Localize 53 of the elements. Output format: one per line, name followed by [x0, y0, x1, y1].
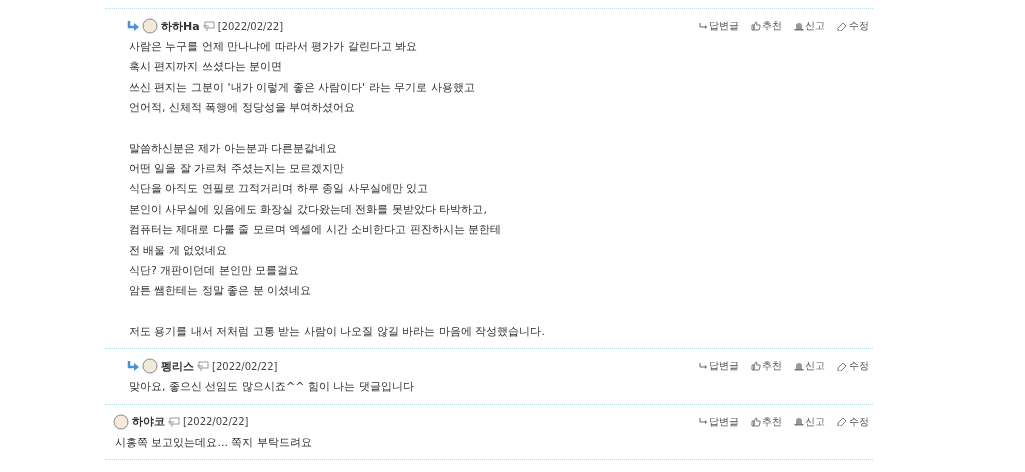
- pencil-icon: [837, 417, 848, 427]
- report-button[interactable]: 신고: [794, 19, 825, 33]
- author-name[interactable]: 하야코: [132, 414, 165, 430]
- siren-icon: [794, 361, 804, 371]
- comment-text: 전 배울 게 없었네요: [129, 242, 228, 259]
- edit-button[interactable]: 수정: [837, 414, 869, 429]
- comment-date: [2022/02/22]: [217, 20, 284, 32]
- reply-arrow-icon: [699, 22, 708, 30]
- comment-text: 쓰신 편지는 그분이 '내가 이렇게 좋은 사람이다' 라는 무기로 사용했고: [129, 79, 475, 96]
- siren-icon: [794, 417, 804, 427]
- pencil-icon: [837, 361, 848, 371]
- reply-arrow-icon: [699, 362, 708, 370]
- siren-icon: [794, 21, 804, 31]
- author-name[interactable]: 펭리스: [161, 358, 194, 374]
- memo-icon[interactable]: [197, 361, 209, 372]
- comment-text: 말씀하신분은 제가 아는분과 다른분같네요: [129, 140, 338, 157]
- reply-arrow-icon: [127, 361, 139, 372]
- comment-text: 식단? 개판이던데 본인만 모를걸요: [129, 263, 300, 280]
- like-button[interactable]: 추천: [751, 414, 782, 429]
- report-button[interactable]: 신고: [794, 359, 825, 374]
- comment-text: 어떤 일을 잘 가르쳐 주셨는지는 모르겠지만: [129, 161, 345, 178]
- reply-arrow-icon: [127, 21, 139, 31]
- comment-text: 컴퓨터는 제대로 다룰 줄 모르며 엑셀에 시간 소비한다고 핀잔하시는 분한테: [129, 222, 502, 239]
- author-name[interactable]: 하하Ha: [161, 18, 200, 34]
- memo-icon[interactable]: [202, 21, 215, 31]
- comment-text: 암튼 쌤한테는 정말 좋은 분 이셨네요: [129, 283, 312, 300]
- like-button[interactable]: 추천: [751, 359, 782, 374]
- thumbs-up-icon: [751, 361, 761, 372]
- comment-text: 사람은 누구를 언제 만나냐에 따라서 평가가 갈린다고 봐요: [129, 39, 418, 55]
- comment-text: 식단을 아직도 연필로 끄적거리며 하루 종일 사무실에만 있고: [129, 181, 429, 198]
- comment-text: 저도 용기를 내서 저처럼 고통 받는 사람이 나오질 않길 바라는 마음에 작성했습니다.: [129, 323, 545, 340]
- avatar-icon: [142, 358, 158, 375]
- comment-text: 맞아요, 좋으신 선임도 많으시죠^^ 힘이 나는 댓글입니다: [129, 379, 414, 396]
- reply-button[interactable]: 답변글: [699, 359, 739, 374]
- memo-icon[interactable]: [168, 416, 180, 427]
- reply-button[interactable]: 답변글: [699, 19, 739, 33]
- edit-button[interactable]: 수정: [837, 19, 869, 33]
- comment-date: [2022/02/22]: [212, 360, 278, 372]
- thumbs-up-icon: [751, 21, 761, 31]
- like-button[interactable]: 추천: [751, 19, 782, 33]
- reply-arrow-icon: [699, 418, 708, 426]
- comment-text: 시흥쪽 보고있는데요... 쪽지 부탁드려요: [115, 434, 312, 451]
- avatar-icon: [142, 18, 158, 34]
- pencil-icon: [837, 21, 848, 31]
- report-button[interactable]: 신고: [794, 414, 825, 429]
- comment-date: [2022/02/22]: [183, 416, 249, 428]
- comment-text: 본인이 사무실에 있음에도 화장실 갔다왔는데 전화를 못받았다 타박하고,: [129, 201, 487, 218]
- reply-button[interactable]: 답변글: [699, 414, 739, 429]
- avatar-icon: [113, 413, 129, 430]
- edit-button[interactable]: 수정: [837, 359, 869, 374]
- comment-text: 언어적, 신체적 폭행에 정당성을 부여하셨어요: [129, 100, 356, 117]
- thumbs-up-icon: [751, 416, 761, 427]
- comment-text: 혹시 편지까지 쓰셨다는 분이면: [129, 59, 283, 76]
